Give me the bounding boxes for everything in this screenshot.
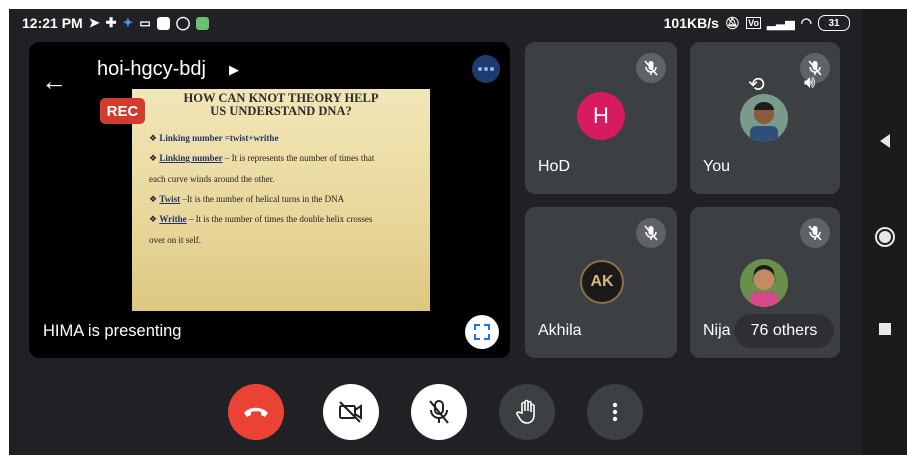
slide-bullet: ❖ Writhe – It is the number of times the… bbox=[149, 214, 424, 246]
meeting-code[interactable]: hoi-hgcy-bdj bbox=[97, 58, 206, 81]
others-count-button[interactable]: 76 others bbox=[734, 314, 834, 348]
activity-dots-icon[interactable] bbox=[472, 55, 500, 83]
battery-icon: 31 bbox=[818, 15, 850, 31]
mic-off-icon bbox=[429, 400, 449, 424]
nav-back-button[interactable] bbox=[862, 133, 907, 149]
raise-hand-button[interactable] bbox=[499, 384, 555, 440]
nav-recents-icon bbox=[878, 323, 891, 335]
volte-icon: Vo bbox=[746, 17, 761, 29]
slide-bullet: ❖ Linking number =twist+writhe bbox=[149, 133, 279, 143]
signal-icon: ▂▃▅ bbox=[766, 16, 795, 30]
rec-badge: REC bbox=[100, 98, 145, 124]
bullet-text: – It is the number of times the double h… bbox=[186, 214, 373, 224]
cast-icon: ▭ bbox=[139, 16, 151, 30]
bullet-text-cont: each curve winds around the other. bbox=[149, 174, 275, 184]
fullscreen-button[interactable] bbox=[465, 315, 499, 349]
fullscreen-icon bbox=[474, 324, 490, 340]
slide-body: ❖ Linking number =twist+writhe ❖ Linking… bbox=[149, 133, 424, 255]
participant-tile-akhila[interactable]: AK Akhila bbox=[525, 207, 677, 358]
bullet-term: Linking number =twist+writhe bbox=[159, 133, 279, 143]
avatar bbox=[740, 94, 788, 142]
participant-name: Nija bbox=[703, 322, 731, 339]
avatar bbox=[740, 259, 788, 307]
more-vert-icon bbox=[612, 402, 618, 422]
avatar: AK bbox=[580, 260, 624, 304]
camera-off-icon bbox=[339, 401, 362, 423]
more-options-button[interactable] bbox=[587, 384, 643, 440]
slide-bullet: ❖ Twist –It is the number of helical tur… bbox=[149, 194, 345, 204]
bird-icon: ✦ bbox=[122, 15, 134, 30]
send-icon: ➤ bbox=[88, 15, 100, 30]
news-icon bbox=[156, 16, 170, 30]
participant-tile-nija[interactable]: Nija 76 others bbox=[690, 207, 840, 358]
shared-slide: HOW CAN KNOT THEORY HELP US UNDERSTAND D… bbox=[132, 89, 430, 311]
nav-recents-button[interactable] bbox=[862, 322, 907, 336]
bullet-text-cont: over on it self. bbox=[149, 235, 201, 245]
nav-home-button[interactable] bbox=[862, 226, 907, 248]
mic-off-icon bbox=[636, 218, 666, 248]
slide-bullet: ❖ Linking number – It is represents the … bbox=[149, 153, 424, 185]
mic-off-icon bbox=[800, 218, 830, 248]
app-icon bbox=[196, 16, 210, 30]
nav-back-icon bbox=[879, 134, 890, 148]
mute-notification-icon: 🔕︎ bbox=[724, 16, 741, 30]
net-speed: 101KB/s bbox=[663, 15, 719, 31]
participant-tile-hod[interactable]: H HoD bbox=[525, 42, 677, 194]
participant-tile-you[interactable]: ⟲ 🔊︎ You bbox=[690, 42, 840, 194]
whatsapp-icon: ◯ bbox=[175, 15, 191, 30]
presenting-label: HIMA is presenting bbox=[43, 322, 182, 340]
end-call-button[interactable] bbox=[228, 384, 284, 440]
slide-title: HOW CAN KNOT THEORY HELP US UNDERSTAND D… bbox=[132, 92, 430, 118]
hand-icon bbox=[516, 399, 535, 424]
presentation-tile[interactable]: ← hoi-hgcy-bdj ▶ HOW CAN KNOT THEORY HEL… bbox=[29, 42, 510, 358]
bullet-text: – It is represents the number of times t… bbox=[222, 153, 375, 163]
system-nav-bar bbox=[862, 9, 907, 455]
mic-toggle-button[interactable] bbox=[411, 384, 467, 440]
battery-level: 31 bbox=[828, 17, 840, 29]
clock: 12:21 PM bbox=[22, 15, 83, 31]
phone-hangup-icon bbox=[244, 407, 268, 417]
wifi-icon: ◠ bbox=[800, 15, 812, 30]
mic-off-icon bbox=[636, 53, 666, 83]
bullet-term: Linking number bbox=[159, 153, 223, 163]
nav-home-icon bbox=[874, 227, 895, 247]
back-arrow-icon[interactable]: ← bbox=[41, 68, 67, 94]
game-icon: ✚ bbox=[105, 15, 117, 30]
participant-name: You bbox=[703, 158, 730, 175]
avatar: H bbox=[577, 92, 625, 140]
slide-title-line2: US UNDERSTAND DNA? bbox=[210, 104, 352, 118]
bullet-term: Writhe bbox=[159, 214, 187, 224]
chevron-right-icon[interactable]: ▶ bbox=[229, 62, 239, 78]
bullet-text: –It is the number of helical turns in th… bbox=[180, 194, 345, 204]
status-bar: 12:21 PM ➤ ✚ ✦ ▭ ◯ 101KB/s 🔕︎ Vo ▂▃▅ ◠ 3… bbox=[9, 9, 862, 39]
speaker-icon[interactable]: 🔊︎ bbox=[804, 72, 815, 93]
meet-screen: 12:21 PM ➤ ✚ ✦ ▭ ◯ 101KB/s 🔕︎ Vo ▂▃▅ ◠ 3… bbox=[9, 9, 862, 455]
participant-name: HoD bbox=[538, 158, 571, 175]
camera-toggle-button[interactable] bbox=[323, 384, 379, 440]
bullet-term: Twist bbox=[159, 194, 181, 204]
participant-name: Akhila bbox=[538, 322, 582, 339]
